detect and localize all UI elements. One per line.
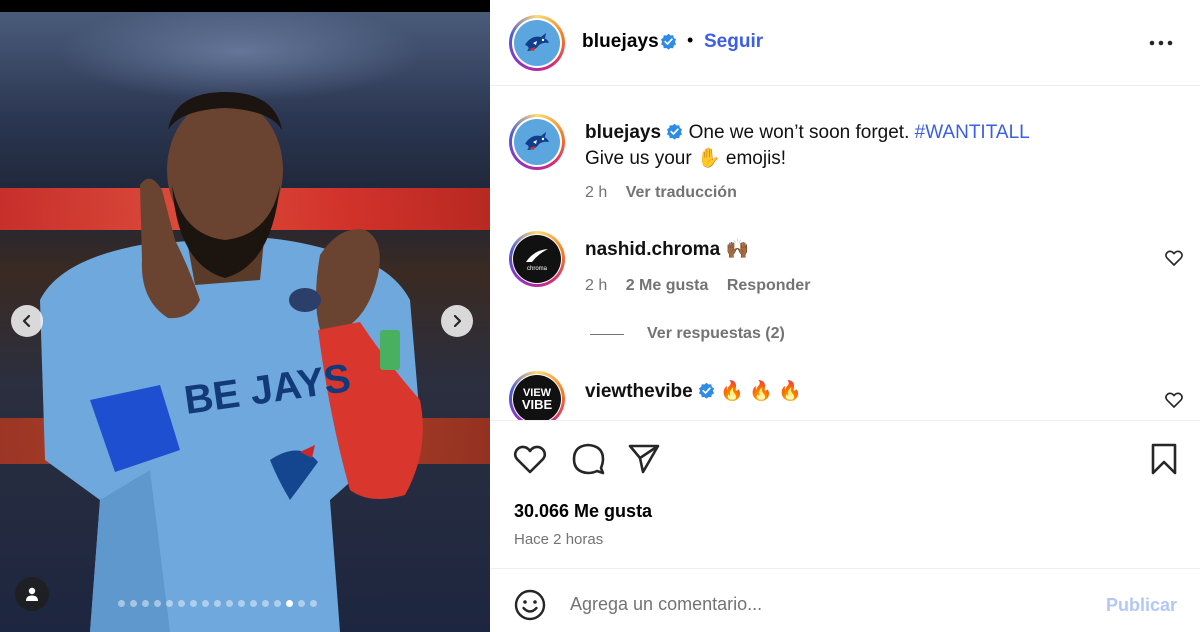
carousel-dot bbox=[142, 600, 149, 607]
chroma-logo-text: chroma bbox=[526, 266, 547, 272]
author-username[interactable]: bluejays bbox=[582, 31, 659, 53]
more-options-button[interactable] bbox=[1146, 30, 1176, 56]
comment-body: 🙌🏾 bbox=[725, 239, 750, 260]
post-actions: 30.066 Me gusta Hace 2 horas bbox=[490, 420, 1200, 568]
carousel-dot bbox=[298, 600, 305, 607]
caption-emoji: ✋ bbox=[696, 148, 721, 169]
carousel-dot bbox=[202, 600, 209, 607]
bookmark-save-icon[interactable] bbox=[1146, 441, 1182, 477]
like-heart-icon[interactable] bbox=[512, 441, 548, 477]
comment-input[interactable] bbox=[570, 589, 1070, 619]
carousel-dot bbox=[154, 600, 161, 607]
post-header: bluejays • Seguir bbox=[490, 0, 1200, 86]
commenter-avatar[interactable]: chroma bbox=[509, 231, 565, 287]
post-sidebar: bluejays • Seguir bluejays One we won’t … bbox=[490, 0, 1200, 632]
carousel-dot bbox=[286, 600, 293, 607]
caption-line2-suffix: emojis! bbox=[725, 148, 787, 169]
viewthevibe-logo: VIEW VIBE bbox=[513, 375, 561, 420]
commenter-username[interactable]: viewthevibe bbox=[585, 381, 693, 402]
carousel-dot bbox=[130, 600, 137, 607]
caption-hashtag[interactable]: #WANTITALL bbox=[915, 122, 1030, 143]
verified-badge-icon bbox=[667, 123, 683, 140]
verified-badge-icon bbox=[698, 382, 715, 399]
carousel-next-button[interactable] bbox=[441, 305, 473, 337]
carousel-dot bbox=[238, 600, 245, 607]
caption-text: bluejays One we won’t soon forget. #WANT… bbox=[585, 120, 1030, 172]
comment-time[interactable]: 2 h bbox=[585, 277, 607, 294]
comments-list[interactable]: bluejays One we won’t soon forget. #WANT… bbox=[490, 87, 1200, 420]
carousel-dot bbox=[178, 600, 185, 607]
separator-dot: • bbox=[687, 30, 694, 50]
view-replies-label: Ver respuestas (2) bbox=[647, 325, 785, 342]
comment-text: nashid.chroma 🙌🏾 bbox=[585, 237, 749, 263]
publish-button[interactable]: Publicar bbox=[1106, 595, 1177, 616]
bluejays-logo-icon bbox=[525, 33, 549, 51]
more-horizontal-icon bbox=[1149, 40, 1173, 46]
comment-likes[interactable]: 2 Me gusta bbox=[626, 277, 709, 294]
tagged-users-button[interactable] bbox=[15, 577, 49, 611]
translate-link[interactable]: Ver traducción bbox=[626, 184, 737, 201]
comment-body: 🔥 🔥 🔥 bbox=[720, 381, 802, 402]
bluejays-logo-icon bbox=[525, 132, 549, 150]
emoji-smiley-icon[interactable] bbox=[513, 588, 547, 622]
likes-count[interactable]: 30.066 Me gusta bbox=[514, 501, 652, 522]
vibe-logo-line2: VIBE bbox=[521, 397, 553, 412]
follow-button[interactable]: Seguir bbox=[704, 31, 763, 53]
view-replies-button[interactable]: Ver respuestas (2) bbox=[590, 325, 785, 343]
caption-time[interactable]: 2 h bbox=[585, 184, 607, 201]
carousel-prev-button[interactable] bbox=[11, 305, 43, 337]
verified-badge-icon bbox=[660, 33, 677, 50]
chevron-left-icon bbox=[22, 314, 31, 328]
carousel-dot bbox=[250, 600, 257, 607]
comment-bubble-icon[interactable] bbox=[570, 441, 606, 477]
carousel-dot bbox=[226, 600, 233, 607]
heart-icon[interactable] bbox=[1164, 390, 1184, 410]
carousel-dot bbox=[214, 600, 221, 607]
carousel-dot bbox=[190, 600, 197, 607]
carousel-dot bbox=[262, 600, 269, 607]
heart-icon[interactable] bbox=[1164, 248, 1184, 268]
caption-line2-prefix: Give us your bbox=[585, 148, 692, 169]
add-comment-bar: Publicar bbox=[490, 568, 1200, 632]
carousel-indicator bbox=[118, 600, 317, 607]
post-media[interactable]: BE JAYS bbox=[0, 0, 490, 632]
reply-button[interactable]: Responder bbox=[727, 277, 811, 294]
chevron-right-icon bbox=[453, 314, 462, 328]
author-avatar[interactable] bbox=[509, 15, 565, 71]
comment-text: viewthevibe 🔥 🔥 🔥 bbox=[585, 379, 802, 405]
carousel-dot bbox=[310, 600, 317, 607]
caption-meta: 2 h Ver traducción bbox=[585, 184, 751, 202]
share-send-icon[interactable] bbox=[626, 441, 662, 477]
carousel-dot bbox=[118, 600, 125, 607]
caption-body: One we won’t soon forget. bbox=[688, 122, 910, 143]
commenter-username[interactable]: nashid.chroma bbox=[585, 239, 720, 260]
player-photo: BE JAYS bbox=[40, 92, 423, 632]
commenter-avatar[interactable]: VIEW VIBE bbox=[509, 371, 565, 420]
comment-meta: 2 h 2 Me gusta Responder bbox=[585, 277, 824, 295]
user-icon bbox=[26, 587, 38, 601]
caption-avatar[interactable] bbox=[509, 114, 565, 170]
carousel-dot bbox=[274, 600, 281, 607]
replies-divider bbox=[590, 333, 624, 335]
carousel-dot bbox=[166, 600, 173, 607]
chroma-logo-icon bbox=[526, 249, 548, 262]
caption-username[interactable]: bluejays bbox=[585, 122, 661, 143]
post-time-ago[interactable]: Hace 2 horas bbox=[514, 531, 603, 548]
